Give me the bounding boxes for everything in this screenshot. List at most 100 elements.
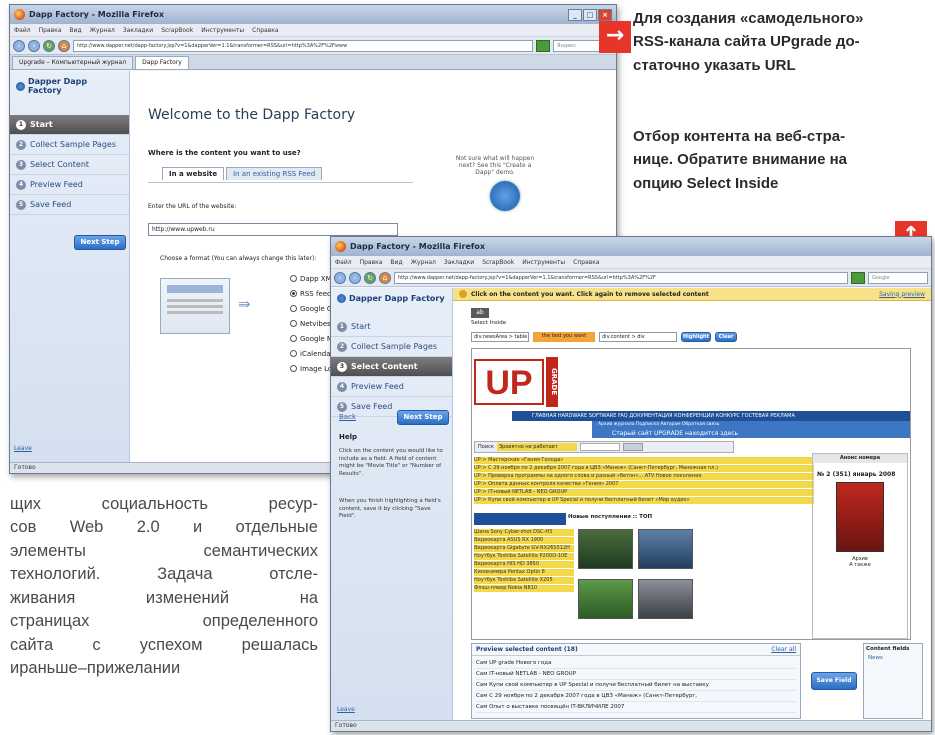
preview-item[interactable]: Сам Опыт о выставке посвящён IT-ВКЛИЧИЛЕ… (476, 702, 796, 713)
news-list[interactable]: UP:> Мастерские «Гения Голода» UP:> С 29 … (474, 457, 814, 505)
menu-item[interactable]: ScrapBook (161, 27, 193, 34)
site-banner[interactable]: Старый сайт UPGRADE находится здесь (592, 429, 910, 438)
highlight-button[interactable]: Highlight (681, 332, 711, 342)
tab-upgrade[interactable]: Upgrade – Компьютерный журнал (12, 56, 134, 69)
go-button[interactable] (536, 39, 550, 52)
url-input[interactable]: http://www.upweb.ru (148, 223, 398, 236)
radio-icon[interactable] (290, 290, 297, 297)
address-bar[interactable]: http://www.dapper.net/dapp-factory.jsp?v… (394, 271, 848, 284)
product-item[interactable]: Шина Sony Cyber-shot DSC-H3 (474, 529, 574, 536)
tab-in-rss-feed[interactable]: In an existing RSS Feed (226, 167, 323, 180)
menu-item[interactable]: Файл (14, 27, 31, 34)
tab-dapp-factory[interactable]: Dapp Factory (135, 56, 189, 69)
reload-icon[interactable]: ↻ (43, 39, 55, 52)
back-arrow-icon[interactable]: ‹ (13, 39, 25, 52)
preview-item[interactable]: Сам IT-новый NETLAB - NEO GROUP (476, 669, 796, 680)
minimize-button[interactable]: _ (568, 8, 582, 21)
select-inside-chip[interactable]: ab (471, 308, 489, 318)
news-item[interactable]: UP:> Оплата данных контроля качества «Ге… (474, 481, 814, 488)
reload-icon[interactable]: ↻ (364, 271, 376, 284)
site-menu[interactable]: ГЛАВНАЯ HARDWARE SOFTWARE FAQ ДОКУМЕНТАЦ… (512, 411, 910, 421)
step-3[interactable]: 3 Select Content (10, 155, 129, 175)
saving-preview-link[interactable]: Saving preview (879, 291, 925, 298)
preview-item[interactable]: Сам С 29 ноября по 2 декабря 2007 года в… (476, 691, 796, 702)
content-field-news[interactable]: News (864, 654, 922, 662)
radio-icon[interactable] (290, 320, 297, 327)
menu-item[interactable]: Инструменты (522, 259, 565, 266)
menu-item[interactable]: ScrapBook (482, 259, 514, 266)
product-item[interactable]: Видеокарта Gigabyte GV-RX26S512H (474, 545, 574, 552)
menu-item[interactable]: Закладки (123, 27, 153, 34)
product-list[interactable]: Шина Sony Cyber-shot DSC-H3 Видеокарта AS… (474, 529, 574, 593)
go-button[interactable] (851, 271, 865, 284)
play-video-icon[interactable] (490, 181, 520, 211)
step-4[interactable]: 4 Preview Feed (331, 377, 452, 397)
step-1[interactable]: 1 Start (331, 317, 452, 337)
product-item[interactable]: Кинокамера Pentax Optio 8 (474, 569, 574, 576)
menu-item[interactable]: Вид (69, 27, 81, 34)
tab-in-a-website[interactable]: In a website (162, 167, 225, 180)
step-2[interactable]: 2 Collect Sample Pages (331, 337, 452, 357)
next-step-button[interactable]: Next Step (397, 410, 449, 425)
target-webpage[interactable]: UP GRADE ГЛАВНАЯ HARDWARE SOFTWARE FAQ Д… (471, 348, 911, 640)
preview-item[interactable]: Сам Купи свой компьютер в UP Special и п… (476, 680, 796, 691)
preview-list[interactable]: Сам UP grade Нового года Сам IT-новый NET… (472, 656, 800, 715)
path-field[interactable]: div.content > div (599, 332, 677, 342)
radio-icon[interactable] (290, 365, 297, 372)
text-selection-field[interactable]: the text you want (533, 332, 595, 342)
step-4[interactable]: 4 Preview Feed (10, 175, 129, 195)
step-1[interactable]: 1 Start (10, 115, 129, 135)
menu-item[interactable]: Справка (573, 259, 599, 266)
product-item[interactable]: Видеокарта ASUS RX 1900 (474, 537, 574, 544)
site-submenu[interactable]: Архив журнала Подписка Авторам Обратная … (592, 421, 910, 429)
site-search-input[interactable]: Зроиятно не работает (496, 443, 577, 451)
site-search-button[interactable] (622, 443, 643, 451)
menu-item[interactable]: Справка (252, 27, 278, 34)
menu-item[interactable]: Журнал (411, 259, 436, 266)
radio-icon[interactable] (290, 350, 297, 357)
step-2[interactable]: 2 Collect Sample Pages (10, 135, 129, 155)
menu-item[interactable]: Инструменты (201, 27, 244, 34)
site-search-select[interactable] (579, 443, 620, 451)
menu-item[interactable]: Журнал (90, 27, 115, 34)
menu-item[interactable]: Правка (39, 27, 62, 34)
home-icon[interactable]: ⌂ (58, 39, 70, 52)
search-box[interactable]: Google (868, 271, 928, 284)
select-inside-label[interactable]: Select Inside (471, 320, 506, 326)
close-button[interactable]: × (598, 8, 612, 21)
radio-icon[interactable] (290, 275, 297, 282)
leave-link[interactable]: Leave (14, 445, 32, 452)
clear-all-link[interactable]: Clear all (771, 646, 796, 653)
radio-icon[interactable] (290, 305, 297, 312)
leave-link[interactable]: Leave (337, 706, 355, 713)
selector-field[interactable]: div.newsArea > table (471, 332, 529, 342)
menu-item[interactable]: Файл (335, 259, 352, 266)
step-3[interactable]: 3 Select Content (331, 357, 452, 377)
next-step-button[interactable]: Next Step (74, 235, 126, 250)
forward-arrow-icon[interactable]: › (28, 39, 40, 52)
news-item[interactable]: UP:> Мастерские «Гения Голода» (474, 457, 814, 464)
product-item[interactable]: Ноутбук Toshiba Satellite P200D-10E (474, 553, 574, 560)
news-item[interactable]: UP:> Купи свой компьютер в UP Special и … (474, 497, 814, 504)
step-5[interactable]: 5 Save Feed (10, 195, 129, 215)
clear-button[interactable]: Clear (715, 332, 737, 342)
home-icon[interactable]: ⌂ (379, 271, 391, 284)
product-item[interactable]: Ноутбук Toshiba Satellite X205 (474, 577, 574, 584)
back-arrow-icon[interactable]: ‹ (334, 271, 346, 284)
news-item[interactable]: UP:> Проверка программы на одного слова … (474, 473, 814, 480)
address-bar[interactable]: http://www.dapper.net/dapp-factory.jsp?v… (73, 39, 533, 52)
radio-icon[interactable] (290, 335, 297, 342)
maximize-button[interactable]: □ (583, 8, 597, 21)
menu-item[interactable]: Закладки (444, 259, 474, 266)
product-item[interactable]: Видеокарта HIS HD 3850 (474, 561, 574, 568)
menu-item[interactable]: Вид (390, 259, 402, 266)
forward-arrow-icon[interactable]: › (349, 271, 361, 284)
news-item[interactable]: UP:> IT-новый NETLAB - NEO GROUP (474, 489, 814, 496)
back-link[interactable]: Back (339, 413, 356, 421)
save-field-button[interactable]: Save Field (811, 672, 857, 690)
preview-item[interactable]: Сам UP grade Нового года (476, 658, 796, 669)
menu-item[interactable]: Правка (360, 259, 383, 266)
product-item[interactable]: Флэш-плеер Nokia N810 (474, 585, 574, 592)
magazine-cover[interactable] (836, 482, 884, 552)
news-item[interactable]: UP:> С 29 ноября по 2 декабря 2007 года … (474, 465, 814, 472)
